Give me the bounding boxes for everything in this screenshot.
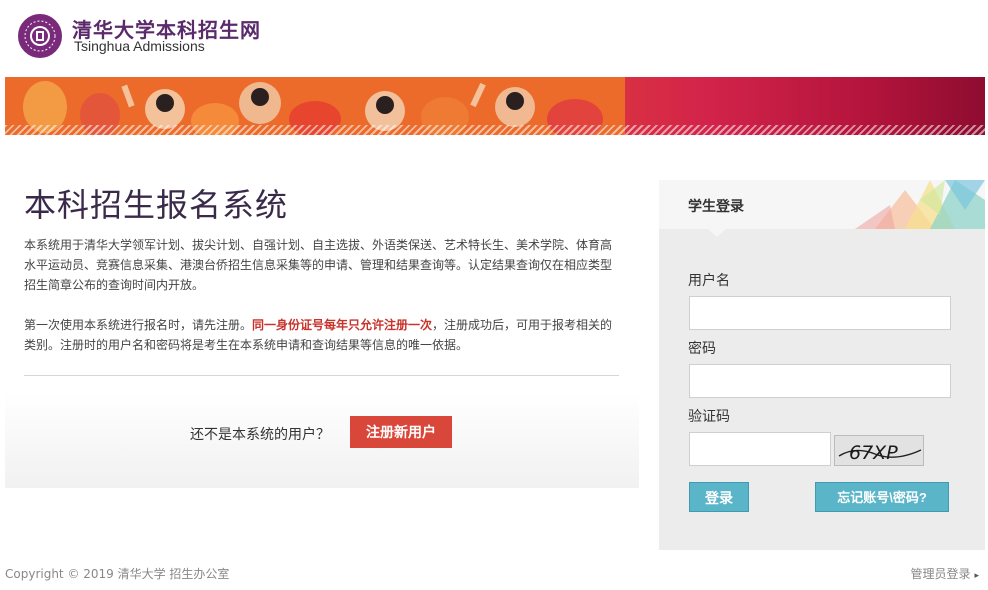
username-field[interactable] [689, 296, 951, 330]
forgot-password-button[interactable]: 忘记账号\密码? [815, 482, 949, 512]
register-prompt: 还不是本系统的用户？ [190, 427, 330, 443]
captcha-graphic: 67XP [835, 436, 923, 465]
copyright-text: Copyright © 2019 清华大学 招生办公室 [5, 567, 230, 581]
caret-right-icon: ▸ [974, 571, 979, 581]
intro-paragraph: 本系统用于清华大学领军计划、拔尖计划、自强计划、自主选拔、外语类保送、艺术特长生… [24, 238, 613, 292]
captcha-label: 验证码 [688, 409, 730, 425]
login-header: 学生登录 [659, 180, 985, 229]
login-button[interactable]: 登录 [689, 482, 749, 512]
password-field[interactable] [689, 364, 951, 398]
site-header: 清华大学本科招生网 Tsinghua Admissions [0, 0, 988, 76]
admin-login-label[interactable]: 管理员登录 [910, 567, 970, 581]
tsinghua-seal-icon[interactable] [18, 14, 62, 58]
login-panel: 学生登录 用户名 密码 验证码 67XP 登录 忘记账号\密码? [659, 180, 985, 550]
section-divider [24, 375, 619, 376]
login-title: 学生登录 [688, 199, 744, 215]
decorative-triangles-graphic [855, 180, 985, 229]
admin-login-link[interactable]: 管理员登录 ▸ [910, 565, 979, 582]
captcha-text: 67XP [849, 442, 898, 464]
notice-paragraph: 第一次使用本系统进行报名时，请先注册。同一身份证号每年只允许注册一次，注册成功后… [24, 315, 620, 355]
intro-panel: 本科招生报名系统 本系统用于清华大学领军计划、拔尖计划、自强计划、自主选拔、外语… [5, 160, 639, 490]
login-header-notch [708, 229, 726, 237]
site-logo-subtitle[interactable]: Tsinghua Admissions [74, 38, 205, 54]
password-label: 密码 [688, 341, 716, 357]
banner-stripe-band [5, 125, 985, 135]
captcha-image[interactable]: 67XP [834, 435, 924, 466]
captcha-field[interactable] [689, 432, 831, 466]
register-button[interactable]: 注册新用户 [350, 416, 452, 448]
notice-highlight: 同一身份证号每年只允许注册一次 [252, 318, 433, 332]
seal-graphic [22, 18, 58, 54]
username-label: 用户名 [688, 273, 730, 289]
notice-text-before: 第一次使用本系统进行报名时，请先注册。 [24, 318, 253, 332]
hero-banner [5, 77, 985, 135]
page-title: 本科招生报名系统 [24, 186, 289, 224]
